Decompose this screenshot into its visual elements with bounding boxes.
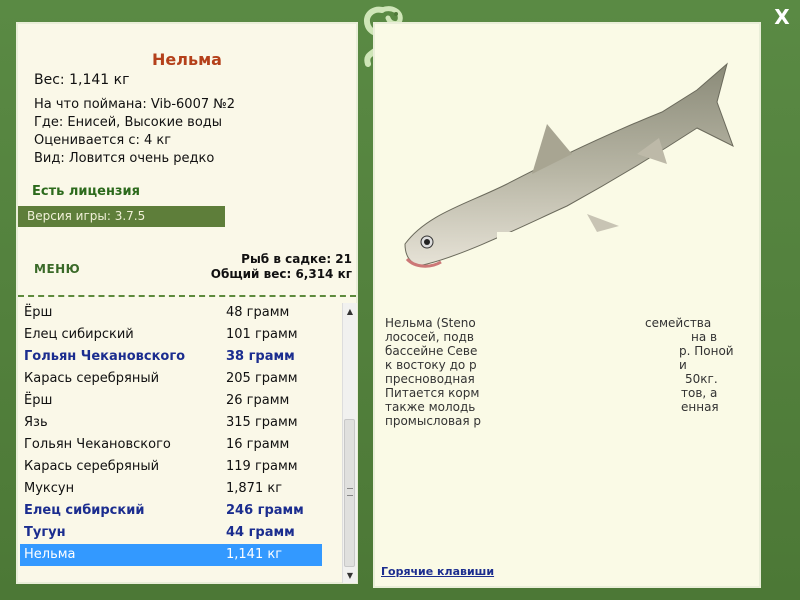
list-item-weight: 44 грамм [226,525,295,540]
list-item-weight: 26 грамм [226,393,290,408]
list-item-selected[interactable]: Нельма 1,141 кг [20,544,322,566]
list-item-name: Гольян Чекановского [24,437,171,452]
list-item-name: Елец сибирский [24,327,134,342]
list-scrollbar[interactable]: ▲ ▼ [342,303,357,583]
desc-text: также молодь [385,400,476,414]
list-item-weight: 119 грамм [226,459,298,474]
list-item[interactable]: Тугун 44 грамм [20,522,322,544]
list-item-weight: 48 грамм [226,305,290,320]
list-item-name: Карась серебряный [24,459,160,474]
list-item-weight: 101 грамм [226,327,298,342]
desc-text: пресноводная [385,372,475,386]
list-item[interactable]: Муксун 1,871 кг [20,478,322,500]
fish-details: На что поймана: Vib-6007 №2 Где: Енисей,… [34,96,235,168]
fish-weight: Вес: 1,141 кг [34,72,130,88]
list-item[interactable]: Ёрш 26 грамм [20,390,322,412]
menu-button[interactable]: МЕНЮ [34,262,80,276]
desc-text: Нельма (Steno [385,316,476,330]
fish-description-panel: Нельма (Steno семейства лососей, подв на в… [373,22,761,588]
list-item-name: Муксун [24,481,75,496]
catch-list: Ёрш 48 грамм Елец сибирский 101 грамм Голь… [20,300,334,584]
list-item[interactable]: Карась серебряный 119 грамм [20,456,322,478]
list-item-weight: 1,871 кг [226,481,283,496]
nelma-fish-image [404,62,734,284]
desc-text: и [679,358,687,372]
scroll-thumb[interactable] [344,419,355,567]
list-item-name: Елец сибирский [24,503,145,518]
list-item[interactable]: Елец сибирский 101 грамм [20,324,322,346]
fish-count: Рыб в садке: 21 [241,252,352,266]
window-frame: X Нельма Вес: 1,141 кг На что поймана: V… [0,0,800,600]
desc-text: на в [691,330,718,344]
list-item-weight: 16 грамм [226,437,290,452]
catch-info-panel: Нельма Вес: 1,141 кг На что поймана: Vib… [16,22,358,584]
list-item[interactable]: Гольян Чекановского 16 грамм [20,434,322,456]
fish-title: Нельма [152,50,222,69]
list-item-name: Карась серебряный [24,371,160,386]
scroll-up-icon[interactable]: ▲ [343,305,357,319]
list-item-weight: 205 грамм [226,371,298,386]
desc-text: Питается корм [385,386,480,400]
desc-text: к востоку до р [385,358,477,372]
caught-on-text: На что поймана: Vib-6007 №2 [34,97,236,112]
location-text: Где: Енисей, Высокие воды [34,115,223,130]
desc-text: лососей, подв [385,330,474,344]
list-item[interactable]: Елец сибирский 246 грамм [20,500,322,522]
list-item-name: Нельма [24,547,76,562]
keepnet-stats: Рыб в садке: 21 Общий вес: 6,314 кг [211,252,352,282]
divider [18,295,356,297]
list-item-weight: 1,141 кг [226,547,283,562]
valued-from-text: Оценивается с: 4 кг [34,133,172,148]
license-status: Есть лицензия [32,184,140,199]
total-weight: Общий вес: 6,314 кг [210,267,352,281]
desc-text: бассейне Севе [385,344,478,358]
rarity-text: Вид: Ловится очень редко [34,151,215,166]
desc-text: семейства [645,316,712,330]
list-item-name: Ёрш [24,393,53,408]
list-item[interactable]: Карась серебряный 205 грамм [20,368,322,390]
grip-icon [347,488,353,496]
list-item-name: Ёрш [24,305,53,320]
version-bar: Версия игры: 3.7.5 [18,206,225,227]
hotkeys-link[interactable]: Горячие клавиши [381,565,494,578]
list-item[interactable]: Ёрш 48 грамм [20,302,322,324]
close-button[interactable]: X [772,6,792,28]
list-item[interactable]: Гольян Чекановского 38 грамм [20,346,322,368]
list-item-name: Гольян Чекановского [24,349,186,364]
desc-text: промысловая р [385,414,482,428]
desc-text: 50кг. [685,372,718,386]
scroll-down-icon[interactable]: ▼ [343,569,357,583]
list-item-weight: 246 грамм [226,503,304,518]
list-item[interactable]: Язь 315 грамм [20,412,322,434]
fish-description: Нельма (Steno семейства лососей, подв на в… [385,316,739,428]
list-item-weight: 38 грамм [226,349,295,364]
desc-text: енная [681,400,719,414]
desc-text: р. Поной [679,344,734,358]
list-item-weight: 315 грамм [226,415,298,430]
list-item-name: Язь [24,415,48,430]
list-item-name: Тугун [24,525,66,540]
desc-text: тов, а [681,386,718,400]
